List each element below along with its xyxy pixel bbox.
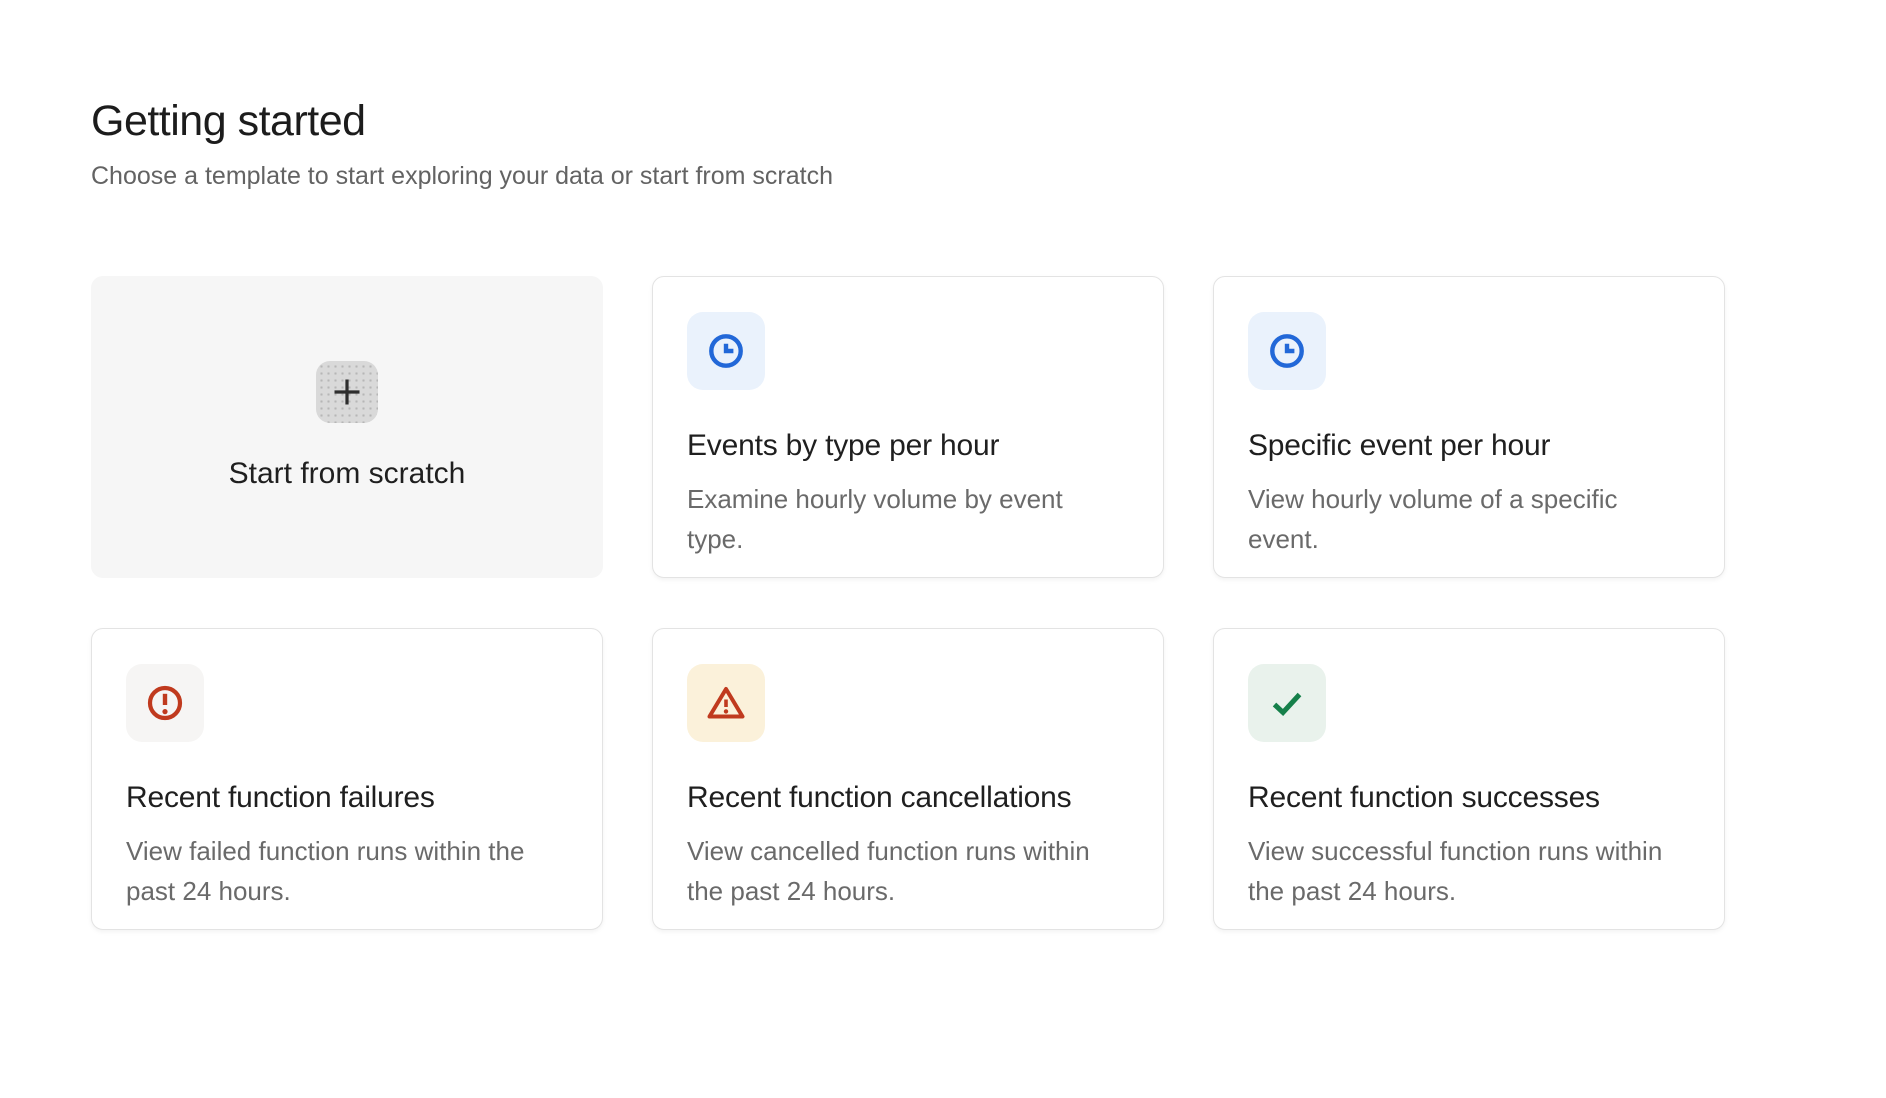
warning-triangle-icon — [687, 664, 765, 742]
check-icon — [1248, 664, 1326, 742]
alert-circle-icon — [126, 664, 204, 742]
card-specific-event-per-hour[interactable]: Specific event per hour View hourly volu… — [1213, 276, 1725, 578]
card-title: Recent function failures — [126, 778, 566, 818]
card-events-by-type-per-hour[interactable]: Events by type per hour Examine hourly v… — [652, 276, 1164, 578]
card-description: View cancelled function runs within the … — [687, 831, 1117, 911]
card-recent-function-failures[interactable]: Recent function failures View failed fun… — [91, 628, 603, 930]
clock-icon — [687, 312, 765, 390]
card-description: View failed function runs within the pas… — [126, 831, 556, 911]
card-recent-function-successes[interactable]: Recent function successes View successfu… — [1213, 628, 1725, 930]
card-title: Events by type per hour — [687, 426, 1127, 466]
plus-tile — [316, 361, 378, 423]
template-card-grid: Start from scratch Events by type per ho… — [91, 276, 1795, 930]
plus-icon — [327, 372, 367, 412]
card-description: View successful function runs within the… — [1248, 831, 1678, 911]
card-start-from-scratch[interactable]: Start from scratch — [91, 276, 603, 578]
card-description: View hourly volume of a specific event. — [1248, 479, 1678, 559]
clock-icon — [1248, 312, 1326, 390]
page-subtitle: Choose a template to start exploring you… — [91, 159, 1795, 194]
card-title: Specific event per hour — [1248, 426, 1688, 466]
scratch-card-label: Start from scratch — [229, 455, 466, 493]
card-description: Examine hourly volume by event type. — [687, 479, 1117, 559]
getting-started-page: Getting started Choose a template to sta… — [0, 0, 1795, 930]
card-title: Recent function successes — [1248, 778, 1688, 818]
page-title: Getting started — [91, 98, 1795, 145]
card-recent-function-cancellations[interactable]: Recent function cancellations View cance… — [652, 628, 1164, 930]
card-title: Recent function cancellations — [687, 778, 1127, 818]
